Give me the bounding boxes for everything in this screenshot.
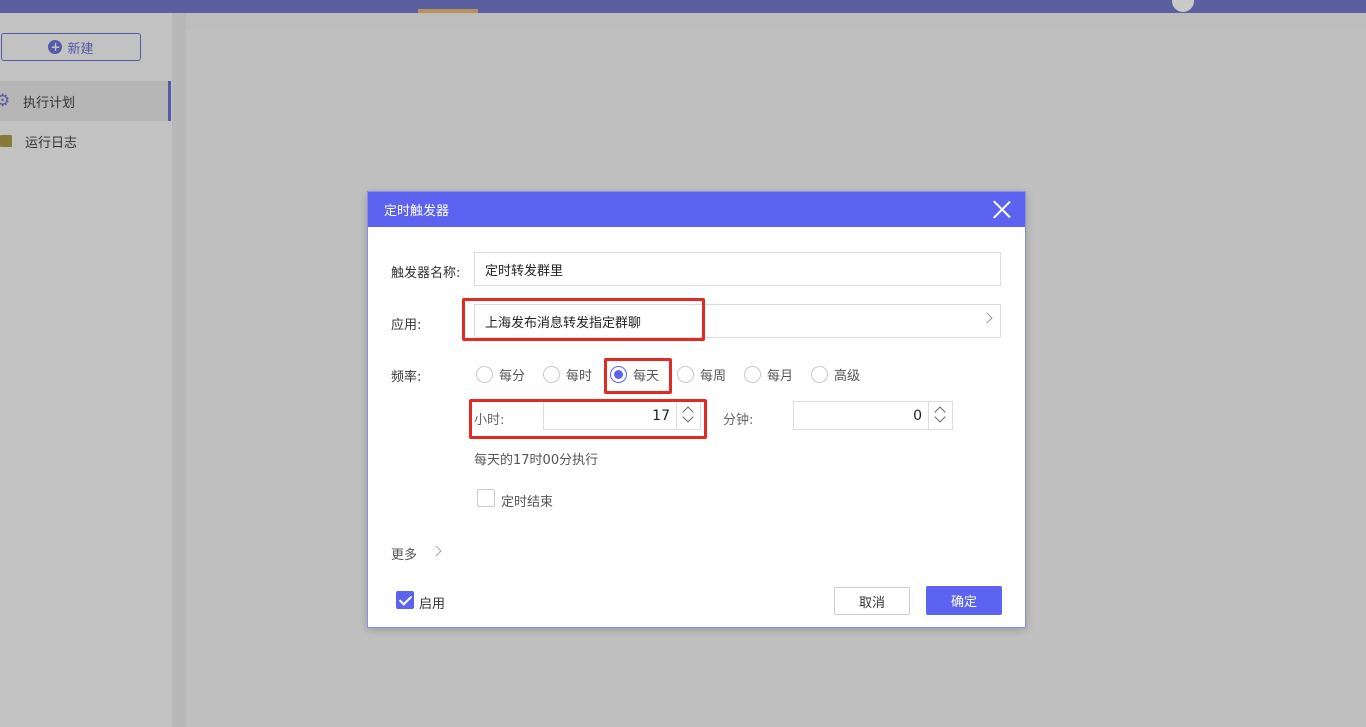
trigger-name-input[interactable]: 定时转发群里 xyxy=(474,252,1001,286)
sidebar-item-execution-plan[interactable]: ⚙ 执行计划 xyxy=(0,81,171,121)
trigger-name-value: 定时转发群里 xyxy=(485,263,564,279)
plus-icon: + xyxy=(48,40,63,54)
avatar[interactable] xyxy=(1172,0,1194,12)
radio-weekly[interactable]: 每周 xyxy=(677,365,726,384)
sidebar-item-label: 执行计划 xyxy=(23,95,76,111)
sidebar-item-label: 运行日志 xyxy=(25,135,78,151)
top-nav-bar xyxy=(0,0,1366,13)
dialog-header: 定时触发器 xyxy=(368,192,1025,227)
schedule-hint: 每天的17时00分执行 xyxy=(474,453,599,468)
close-icon[interactable] xyxy=(992,200,1011,219)
radio-circle xyxy=(811,366,828,383)
radio-circle xyxy=(677,366,694,383)
active-tab-indicator xyxy=(418,9,478,13)
stepper-arrows[interactable] xyxy=(928,402,952,429)
dialog-title: 定时触发器 xyxy=(384,204,450,219)
radio-label: 高级 xyxy=(834,369,861,384)
timer-trigger-dialog: 定时触发器 触发器名称: 定时转发群里 应用: 上海发布消息转发指定群聊 频率:… xyxy=(367,191,1026,628)
enable-checkbox[interactable] xyxy=(396,591,414,609)
timed-end-label: 定时结束 xyxy=(501,495,554,510)
radio-advanced[interactable]: 高级 xyxy=(811,365,860,384)
frequency-label: 频率: xyxy=(391,370,422,385)
stepper-arrows[interactable] xyxy=(676,402,700,429)
app-label: 应用: xyxy=(391,318,422,333)
app-select[interactable]: 上海发布消息转发指定群聊 xyxy=(474,304,1001,338)
gear-icon: ⚙ xyxy=(0,91,11,111)
minute-label: 分钟: xyxy=(723,413,754,428)
chevron-right-icon xyxy=(981,312,993,324)
more-toggle[interactable]: 更多 xyxy=(391,544,417,563)
hour-value: 17 xyxy=(652,408,670,424)
radio-circle-selected xyxy=(610,366,627,383)
hour-label: 小时: xyxy=(474,413,505,428)
radio-label: 每时 xyxy=(566,369,593,384)
minute-value: 0 xyxy=(913,408,922,424)
sidebar: + 新建 ⚙ 执行计划 运行日志 xyxy=(0,13,172,727)
hour-stepper[interactable]: 17 xyxy=(543,401,701,430)
minute-stepper[interactable]: 0 xyxy=(793,401,953,430)
confirm-button[interactable]: 确定 xyxy=(926,586,1002,615)
radio-per-minute[interactable]: 每分 xyxy=(476,365,525,384)
new-button[interactable]: + 新建 xyxy=(1,33,141,61)
enable-label: 启用 xyxy=(419,597,446,612)
radio-circle xyxy=(476,366,493,383)
radio-per-hour[interactable]: 每时 xyxy=(543,365,592,384)
radio-circle xyxy=(543,366,560,383)
radio-label: 每周 xyxy=(700,369,727,384)
radio-daily[interactable]: 每天 xyxy=(610,365,659,384)
timed-end-checkbox[interactable] xyxy=(477,489,495,507)
chevron-right-icon xyxy=(430,545,442,557)
cancel-button[interactable]: 取消 xyxy=(834,587,910,615)
radio-label: 每分 xyxy=(499,369,526,384)
app-value: 上海发布消息转发指定群聊 xyxy=(485,315,642,331)
sidebar-divider xyxy=(172,13,186,727)
radio-label: 每天 xyxy=(633,369,660,384)
radio-label: 每月 xyxy=(767,369,794,384)
sidebar-item-run-log[interactable]: 运行日志 xyxy=(0,121,171,161)
new-button-label: 新建 xyxy=(67,41,94,57)
log-icon xyxy=(0,135,12,147)
trigger-name-label: 触发器名称: xyxy=(391,266,461,281)
radio-circle xyxy=(744,366,761,383)
radio-monthly[interactable]: 每月 xyxy=(744,365,793,384)
